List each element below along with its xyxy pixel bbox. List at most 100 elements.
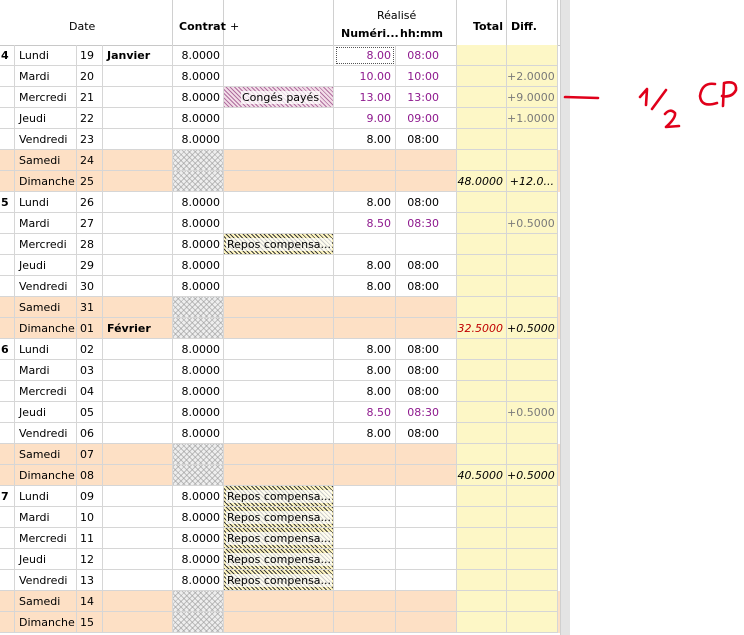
contract-cell[interactable] — [173, 612, 224, 633]
total-cell[interactable] — [457, 549, 507, 570]
hhmm-realise-cell[interactable]: 08:00 — [396, 255, 457, 276]
day-name-cell[interactable]: Jeudi — [15, 549, 77, 570]
diff-cell[interactable]: +9.0000 — [507, 87, 558, 108]
header-total[interactable]: Total — [457, 0, 507, 45]
week-number-cell[interactable] — [0, 444, 15, 465]
total-cell[interactable] — [457, 507, 507, 528]
total-cell[interactable] — [457, 66, 507, 87]
table-row[interactable]: Vendredi 06 8.0000 8.00 08:00 — [0, 423, 560, 444]
hhmm-realise-cell[interactable] — [396, 234, 457, 255]
diff-cell[interactable] — [507, 591, 558, 612]
day-name-cell[interactable]: Mardi — [15, 360, 77, 381]
numeric-realise-cell[interactable] — [334, 171, 396, 192]
day-number-cell[interactable]: 21 — [77, 87, 103, 108]
month-cell[interactable] — [103, 381, 173, 402]
total-cell[interactable] — [457, 255, 507, 276]
total-cell[interactable] — [457, 402, 507, 423]
contract-cell[interactable] — [173, 591, 224, 612]
activity-cell[interactable]: Repos compensa... — [224, 570, 334, 591]
day-name-cell[interactable]: Lundi — [15, 486, 77, 507]
month-cell[interactable] — [103, 108, 173, 129]
activity-cell[interactable] — [224, 423, 334, 444]
week-number-cell[interactable] — [0, 87, 15, 108]
diff-cell[interactable] — [507, 528, 558, 549]
contract-cell[interactable]: 8.0000 — [173, 360, 224, 381]
total-cell[interactable] — [457, 339, 507, 360]
activity-cell[interactable] — [224, 66, 334, 87]
total-cell[interactable]: 48.0000 — [457, 171, 507, 192]
activity-cell[interactable] — [224, 276, 334, 297]
hhmm-realise-cell[interactable]: 13:00 — [396, 87, 457, 108]
week-number-cell[interactable] — [0, 213, 15, 234]
contract-cell[interactable] — [173, 465, 224, 486]
header-hhmm-label[interactable]: hh:mm — [400, 27, 443, 40]
month-cell[interactable] — [103, 129, 173, 150]
contract-cell[interactable]: 8.0000 — [173, 108, 224, 129]
day-name-cell[interactable]: Samedi — [15, 591, 77, 612]
activity-cell[interactable] — [224, 339, 334, 360]
total-cell[interactable] — [457, 276, 507, 297]
month-cell[interactable] — [103, 87, 173, 108]
numeric-realise-cell[interactable]: 8.00 — [334, 381, 396, 402]
diff-cell[interactable] — [507, 45, 558, 66]
day-number-cell[interactable]: 29 — [77, 255, 103, 276]
hhmm-realise-cell[interactable]: 08:00 — [396, 129, 457, 150]
day-number-cell[interactable]: 13 — [77, 570, 103, 591]
table-row[interactable]: Mardi 03 8.0000 8.00 08:00 — [0, 360, 560, 381]
hhmm-realise-cell[interactable] — [396, 486, 457, 507]
day-name-cell[interactable]: Vendredi — [15, 423, 77, 444]
table-row[interactable]: Jeudi 12 8.0000 Repos compensa... — [0, 549, 560, 570]
numeric-realise-cell[interactable]: 8.00 — [334, 255, 396, 276]
contract-cell[interactable] — [173, 150, 224, 171]
activity-cell[interactable] — [224, 444, 334, 465]
day-number-cell[interactable]: 20 — [77, 66, 103, 87]
month-cell[interactable] — [103, 192, 173, 213]
month-cell[interactable] — [103, 297, 173, 318]
day-number-cell[interactable]: 07 — [77, 444, 103, 465]
month-cell[interactable] — [103, 360, 173, 381]
day-name-cell[interactable]: Mardi — [15, 66, 77, 87]
numeric-realise-cell[interactable]: 8.00 — [334, 276, 396, 297]
total-cell[interactable] — [457, 297, 507, 318]
hhmm-realise-cell[interactable] — [396, 507, 457, 528]
day-number-cell[interactable]: 28 — [77, 234, 103, 255]
month-cell[interactable] — [103, 444, 173, 465]
day-name-cell[interactable]: Dimanche — [15, 171, 77, 192]
month-cell[interactable] — [103, 234, 173, 255]
table-row[interactable]: 5 Lundi 26 8.0000 8.00 08:00 — [0, 192, 560, 213]
diff-cell[interactable] — [507, 255, 558, 276]
week-number-cell[interactable] — [0, 381, 15, 402]
numeric-realise-cell[interactable]: 8.00 — [334, 423, 396, 444]
day-number-cell[interactable]: 03 — [77, 360, 103, 381]
header-realise[interactable]: Réalisé Numéri... hh:mm — [334, 0, 457, 45]
month-cell[interactable] — [103, 66, 173, 87]
day-name-cell[interactable]: Lundi — [15, 192, 77, 213]
activity-cell[interactable] — [224, 129, 334, 150]
week-number-cell[interactable] — [0, 612, 15, 633]
table-row[interactable]: Vendredi 23 8.0000 8.00 08:00 — [0, 129, 560, 150]
activity-cell[interactable] — [224, 360, 334, 381]
month-cell[interactable] — [103, 423, 173, 444]
contract-cell[interactable]: 8.0000 — [173, 234, 224, 255]
hhmm-realise-cell[interactable] — [396, 549, 457, 570]
table-row[interactable]: Samedi 07 — [0, 444, 560, 465]
week-number-cell[interactable] — [0, 255, 15, 276]
contract-cell[interactable]: 8.0000 — [173, 255, 224, 276]
day-number-cell[interactable]: 01 — [77, 318, 103, 339]
diff-cell[interactable] — [507, 297, 558, 318]
activity-cell[interactable] — [224, 381, 334, 402]
day-name-cell[interactable]: Vendredi — [15, 276, 77, 297]
day-number-cell[interactable]: 26 — [77, 192, 103, 213]
table-row[interactable]: Dimanche 01 Février 32.5000 +0.5000 — [0, 318, 560, 339]
numeric-realise-cell[interactable]: 9.00 — [334, 108, 396, 129]
table-row[interactable]: Samedi 24 — [0, 150, 560, 171]
numeric-realise-cell[interactable]: 8.50 — [334, 213, 396, 234]
total-cell[interactable] — [457, 528, 507, 549]
numeric-realise-cell[interactable]: 10.00 — [334, 66, 396, 87]
activity-cell[interactable]: Repos compensa... — [224, 528, 334, 549]
numeric-realise-cell[interactable] — [334, 528, 396, 549]
week-number-cell[interactable] — [0, 402, 15, 423]
day-name-cell[interactable]: Mardi — [15, 213, 77, 234]
month-cell[interactable] — [103, 612, 173, 633]
activity-cell[interactable] — [224, 591, 334, 612]
